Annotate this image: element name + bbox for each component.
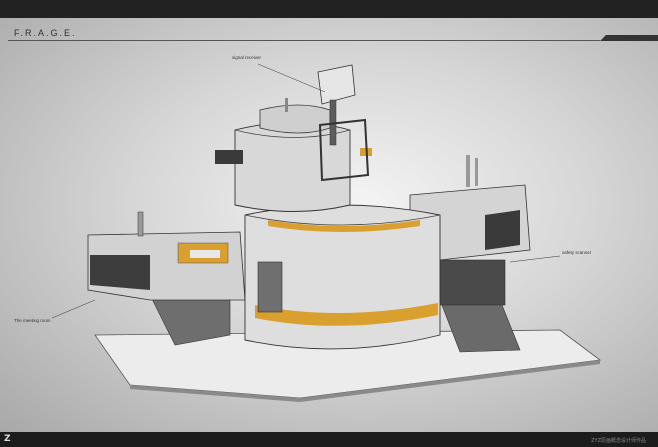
studio-logo-icon: Z [4, 434, 11, 444]
header-tab [600, 35, 658, 41]
safety-scanner-label: safety scanner [562, 250, 592, 255]
safety-scanner-leader [509, 255, 561, 263]
safety-scanner-antenna [466, 155, 470, 187]
main-door [257, 261, 283, 313]
signal-receiver-dish [317, 64, 356, 105]
upper-window [215, 150, 243, 164]
header-rule [8, 40, 600, 41]
signal-receiver-leader [257, 63, 326, 93]
meeting-room-label: The meeting room [14, 318, 51, 323]
building-illustration [51, 63, 602, 402]
safety-scanner-window [485, 210, 520, 250]
signal-receiver-label: signal receiver [232, 55, 262, 60]
meeting-room-window [90, 255, 150, 290]
meeting-room-leader [51, 299, 96, 319]
meeting-room-antenna [137, 211, 144, 237]
lower-right-bay [439, 259, 506, 306]
bottom-bar [0, 432, 658, 447]
top-antenna [285, 98, 288, 112]
artwork-frame: F.R.A.G.E. signal receiver safety scanne… [0, 0, 658, 447]
project-title: F.R.A.G.E. [14, 28, 77, 38]
artist-credit: ZYZ原画概念设计师作品 [591, 438, 646, 444]
